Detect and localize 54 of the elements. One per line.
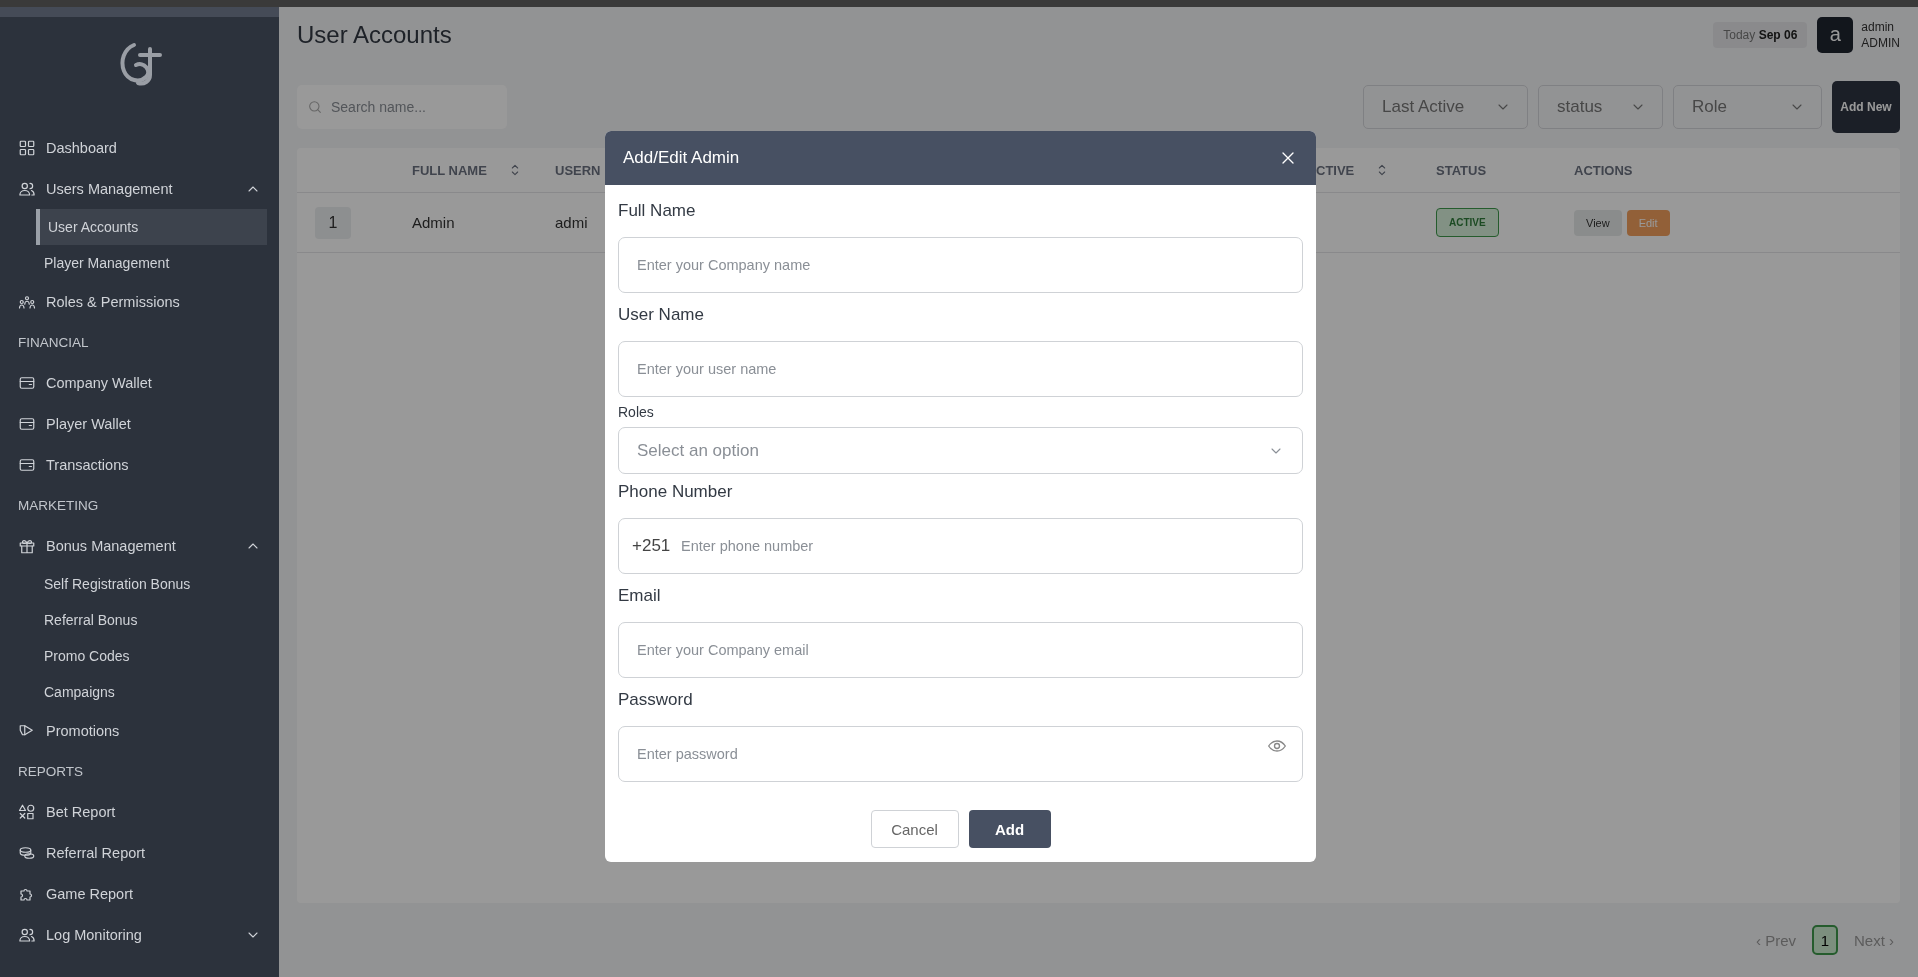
text-field[interactable]: Enter your Company email [618,622,1303,678]
sidebar-subitem[interactable]: Self Registration Bonus [0,566,267,602]
sidebar-subitem[interactable]: Promo Codes [0,638,267,674]
sidebar-item[interactable]: Company Wallet [0,362,279,403]
row-number: 1 [315,206,351,239]
table-cell: admi [555,214,588,231]
sidebar-group[interactable]: Bonus Management [0,525,279,566]
sidebar-subitem[interactable]: User Accounts [36,209,267,245]
sidebar-item[interactable]: Bet Report [0,791,279,832]
section-heading: FINANCIAL [17,333,90,352]
sidebar-item[interactable]: Transactions [0,444,279,485]
sidebar-group[interactable]: Log Monitoring [0,914,279,955]
field-label: Password [618,689,694,711]
column-header: USERN [555,162,601,178]
sidebar-item[interactable]: Player Wallet [0,403,279,444]
user-role: ADMIN [1861,34,1900,51]
field-label: Roles [618,403,655,422]
section-heading: REPORTS [17,762,84,781]
sidebar-item[interactable]: Promotions [0,710,279,751]
user-avatar[interactable]: a [1817,16,1854,53]
page-title: User Accounts [297,20,453,49]
cancel-button[interactable]: Cancel [870,810,959,848]
sidebar-subitem[interactable]: Referral Bonus [0,602,267,638]
sidebar-subitem[interactable]: Campaigns [0,674,267,710]
text-field[interactable]: Enter your Company name [618,237,1303,293]
shapes-icon [18,802,36,821]
section-heading: MARKETING [17,496,100,515]
add-button[interactable]: Add [968,810,1051,848]
column-header: ACTIONS [1574,162,1633,178]
table-cell: Admin [412,214,455,231]
sidebar-item[interactable]: Dashboard [0,127,279,168]
add-new-button[interactable]: Add New [1832,81,1900,133]
column-header: STATUS [1436,162,1487,178]
password-field[interactable]: Enter password [618,726,1303,782]
search-field[interactable]: Search name... [297,85,507,129]
user-name: admin [1861,18,1895,35]
sidebar-subitem[interactable]: Player Management [0,245,267,281]
field-label: Full Name [618,200,697,222]
field-label: Email [618,585,662,607]
status-badge: ACTIVE [1436,208,1499,237]
search-icon [307,99,323,115]
view-button[interactable]: View [1574,209,1622,236]
field-label: Phone Number [618,481,734,503]
modal-title: Add/Edit Admin [623,148,740,168]
page-button[interactable]: 1 [1812,925,1838,955]
text-field[interactable]: Enter your user name [618,341,1303,397]
sidebar-item[interactable]: Roles & Permissions [0,281,279,322]
grid-icon [18,138,36,157]
country-code: +251 [632,535,671,557]
sidebar-item[interactable]: Referral Report [0,832,279,873]
sidebar-group[interactable]: Users Management [0,168,279,209]
field-label: User Name [618,304,705,326]
date-chip: Today Sep 06 [1713,21,1808,48]
sidebar-item[interactable]: Game Report [0,873,279,914]
